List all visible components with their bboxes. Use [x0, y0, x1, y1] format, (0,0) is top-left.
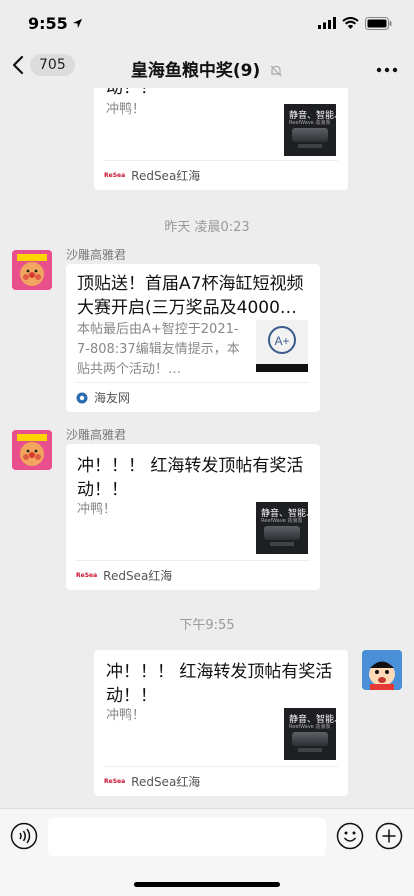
product-image: [292, 128, 328, 142]
card-description: 冲鸭！: [106, 708, 146, 723]
timestamp-separator: 昨天 凌晨0:23: [164, 220, 250, 235]
chat-title: 皇海鱼粮中奖(9): [130, 61, 261, 81]
card-source: ReSea RedSea红海: [104, 160, 338, 190]
voice-icon: [10, 822, 38, 850]
chat-header: 705 皇海鱼粮中奖(9): [0, 46, 414, 88]
link-card-message[interactable]: 动！！ 冲鸭！ 静音、智能、强劲 ReefWave 造浪泵 ReSea RedS…: [94, 88, 348, 190]
home-indicator: [134, 882, 280, 887]
chat-messages[interactable]: 动！！ 冲鸭！ 静音、智能、强劲 ReefWave 造浪泵 ReSea RedS…: [0, 88, 414, 808]
card-title: 冲！！！ 红海转发顶帖有奖活动！！: [106, 662, 333, 706]
card-title: 动！！: [106, 88, 157, 98]
product-image: [292, 732, 328, 746]
more-dots-icon: [376, 67, 398, 73]
card-thumbnail: 静音、智能、强劲 ReefWave 造浪泵: [284, 104, 336, 156]
thumb-subcaption: ReefWave 造浪泵: [289, 724, 331, 730]
aplus-logo-text: A+: [274, 334, 289, 348]
thumb-subcaption: ReefWave 造浪泵: [289, 120, 331, 126]
card-source: ReSea RedSea红海: [76, 560, 310, 590]
sender-name: 沙雕高雅君: [66, 428, 127, 442]
card-source-name: RedSea红海: [131, 775, 201, 789]
message-input[interactable]: [48, 818, 326, 856]
more-functions-button[interactable]: [375, 822, 403, 854]
status-bar: 9:55: [0, 0, 414, 46]
card-title: 冲！！！ 红海转发顶帖有奖活动！！: [77, 456, 304, 500]
card-thumbnail: A+: [256, 320, 308, 372]
emoji-button[interactable]: [336, 822, 364, 854]
my-avatar[interactable]: [362, 650, 402, 690]
card-source-name: RedSea红海: [131, 169, 201, 183]
card-thumbnail: 静音、智能、强劲 ReefWave 造浪泵: [284, 708, 336, 760]
cellular-signal-icon: [318, 17, 336, 29]
status-indicators: [318, 16, 392, 30]
voice-input-button[interactable]: [10, 822, 38, 854]
card-description: 冲鸭！: [106, 102, 146, 117]
card-thumbnail: 静音、智能、强劲 ReefWave 造浪泵: [256, 502, 308, 554]
redsea-logo-icon: ReSea: [104, 778, 126, 785]
plus-icon: [375, 822, 403, 850]
haiyouwang-logo-icon: [76, 392, 88, 403]
sender-avatar[interactable]: [12, 430, 52, 470]
thumb-subcaption: ReefWave 造浪泵: [261, 518, 303, 524]
card-description: 本帖最后由A+智控于2021-7-808:37编辑友情提示，本贴共两个活动！…: [77, 322, 240, 377]
mute-bell-icon: [270, 65, 282, 77]
product-image-base: [270, 542, 294, 546]
link-card-message[interactable]: 顶贴送！首届A7杯海缸短视频大赛开启(三万奖品及4000… 本帖最后由A+智控于…: [66, 264, 320, 412]
chat-title-group: 皇海鱼粮中奖(9): [0, 56, 414, 81]
card-source: 海友网: [76, 382, 310, 412]
card-source: ReSea RedSea红海: [104, 766, 338, 796]
more-options-button[interactable]: [376, 58, 398, 77]
aplus-logo-icon: A+: [256, 320, 308, 372]
location-arrow-icon: [72, 18, 82, 28]
sender-name: 沙雕高雅君: [66, 248, 127, 262]
link-card-message[interactable]: 冲！！！ 红海转发顶帖有奖活动！！ 冲鸭！ 静音、智能、强劲 ReefWave …: [66, 444, 320, 590]
product-image-base: [298, 144, 322, 148]
product-image-base: [298, 748, 322, 752]
anpanman-avatar-icon: [12, 250, 52, 290]
anpanman-avatar-icon: [12, 430, 52, 470]
card-source-name: 海友网: [94, 391, 131, 405]
wifi-icon: [342, 17, 359, 29]
card-title: 顶贴送！首届A7杯海缸短视频大赛开启(三万奖品及4000…: [77, 274, 304, 318]
timestamp-separator: 下午9:55: [179, 618, 235, 633]
link-card-message[interactable]: 冲！！！ 红海转发顶帖有奖活动！！ 冲鸭！ 静音、智能、强劲 ReefWave …: [94, 650, 348, 796]
sender-avatar[interactable]: [12, 250, 52, 290]
redsea-logo-icon: ReSea: [104, 172, 126, 179]
card-source-name: RedSea红海: [103, 569, 173, 583]
battery-icon: [365, 16, 392, 30]
product-image: [264, 526, 300, 540]
status-time: 9:55: [28, 13, 68, 33]
redsea-logo-icon: ReSea: [76, 572, 98, 579]
status-time-group: 9:55: [28, 14, 83, 33]
emoji-icon: [336, 822, 364, 850]
shinchan-avatar-icon: [362, 650, 402, 690]
card-description: 冲鸭！: [77, 502, 117, 517]
